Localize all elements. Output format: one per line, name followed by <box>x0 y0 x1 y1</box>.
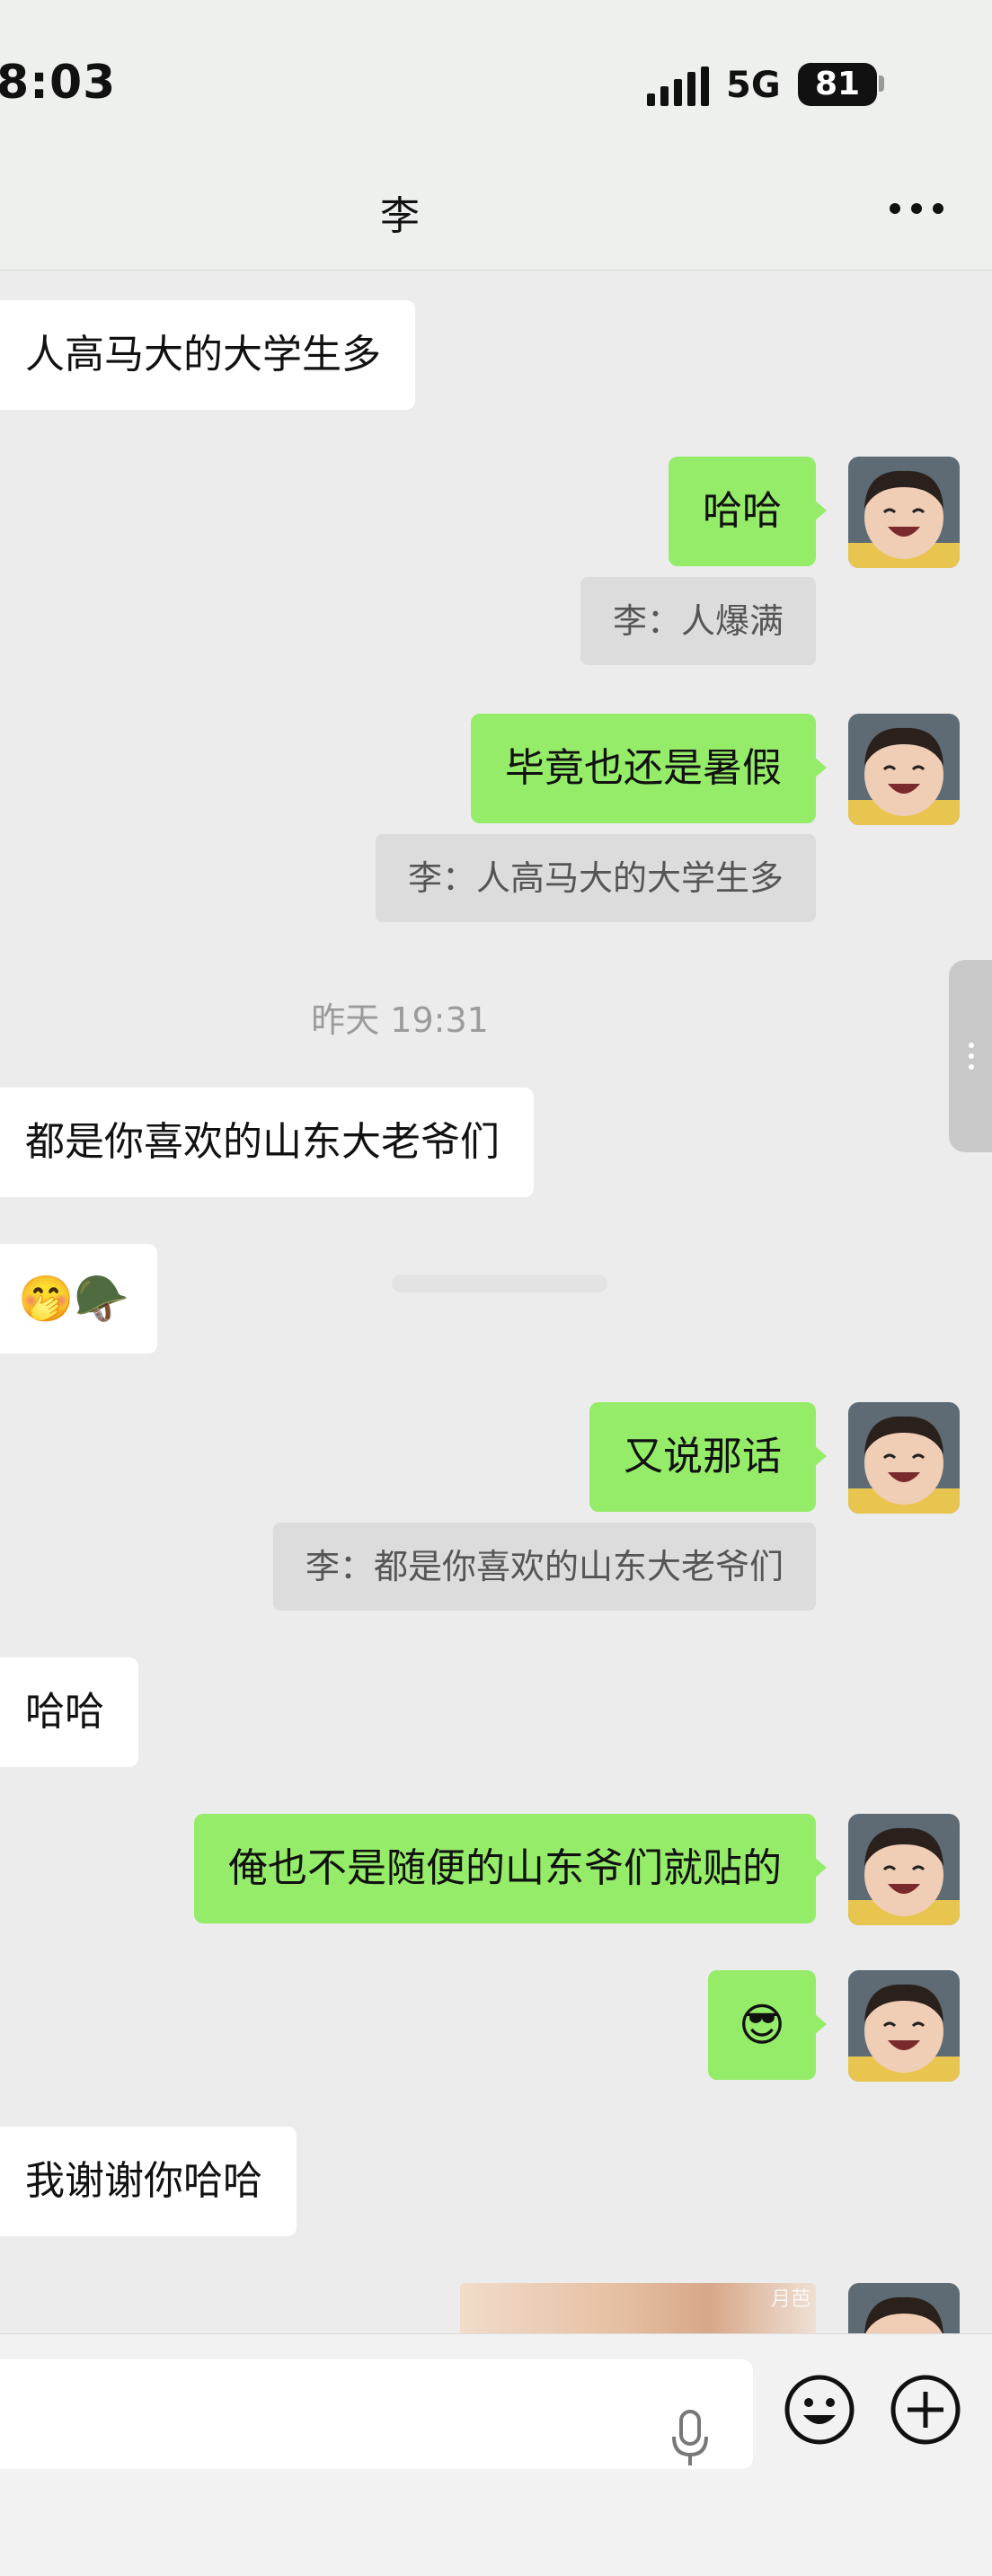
message-incoming[interactable]: 我谢谢你哈哈 <box>0 2127 297 2236</box>
quoted-message[interactable]: 李：人高马大的大学生多 <box>375 834 816 922</box>
message-input[interactable] <box>0 2359 753 2469</box>
battery-nub <box>879 76 884 92</box>
avatar[interactable] <box>848 714 960 825</box>
message-text: 哈哈 <box>25 1689 104 1735</box>
quoted-message[interactable]: 李：人爆满 <box>580 577 816 665</box>
emoji-icon[interactable] <box>784 2374 855 2446</box>
quoted-message[interactable]: 李：都是你喜欢的山东大老爷们 <box>272 1523 816 1611</box>
message-outgoing[interactable]: 又说那话 <box>589 1402 827 1512</box>
quote-text: 李：人高马大的大学生多 <box>407 858 784 898</box>
message-incoming[interactable]: 都是你喜欢的山东大老爷们 <box>0 1088 534 1197</box>
side-drawer-handle[interactable] <box>949 960 992 1152</box>
blurred-region <box>392 1275 607 1292</box>
message-outgoing[interactable]: 哈哈 <box>669 457 827 566</box>
message-outgoing[interactable]: 😎 <box>707 1970 828 2080</box>
message-text: 人高马大的大学生多 <box>25 332 381 378</box>
message-outgoing[interactable]: 毕竟也还是暑假 <box>471 714 827 823</box>
status-bar: 8:03 5G 81 <box>0 0 992 144</box>
photo-watermark: 月芭 <box>770 2288 810 2311</box>
message-incoming[interactable]: 🤭🪖 <box>0 1244 157 1354</box>
emoji-message: 🤭🪖 <box>18 1273 130 1325</box>
message-text: 又说那话 <box>624 1434 782 1479</box>
message-text: 都是你喜欢的山东大老爷们 <box>25 1119 500 1165</box>
message-text: 哈哈 <box>703 488 782 534</box>
chat-title: 李 <box>380 193 420 239</box>
message-text: 毕竟也还是暑假 <box>505 745 782 791</box>
more-dots-icon[interactable] <box>890 203 943 216</box>
avatar[interactable] <box>848 1402 960 1514</box>
input-bar <box>0 2333 992 2576</box>
avatar[interactable] <box>848 1970 960 2082</box>
chat-header: 李 <box>0 144 992 271</box>
signal-icon <box>647 67 710 106</box>
battery-icon: 81 <box>798 63 877 106</box>
image-message[interactable]: 月芭 <box>460 2283 816 2333</box>
status-time: 8:03 <box>0 56 117 110</box>
quote-text: 李：都是你喜欢的山东大老爷们 <box>305 1547 784 1586</box>
avatar[interactable] <box>848 1814 960 1925</box>
message-incoming[interactable]: 人高马大的大学生多 <box>0 300 415 410</box>
microphone-icon[interactable] <box>670 2410 710 2469</box>
message-text: 俺也不是随便的山东爷们就贴的 <box>228 1845 782 1891</box>
message-incoming[interactable]: 哈哈 <box>0 1657 138 1767</box>
avatar[interactable] <box>848 2283 960 2333</box>
message-outgoing[interactable]: 俺也不是随便的山东爷们就贴的 <box>194 1814 827 1923</box>
plus-icon[interactable] <box>890 2374 961 2446</box>
avatar[interactable] <box>848 457 960 568</box>
quote-text: 李：人爆满 <box>612 601 784 641</box>
message-text: 我谢谢你哈哈 <box>25 2158 262 2204</box>
emoji-message: 😎 <box>738 1999 785 2051</box>
network-label: 5G <box>726 65 781 106</box>
chat-timestamp: 昨天 19:31 <box>311 1000 489 1040</box>
